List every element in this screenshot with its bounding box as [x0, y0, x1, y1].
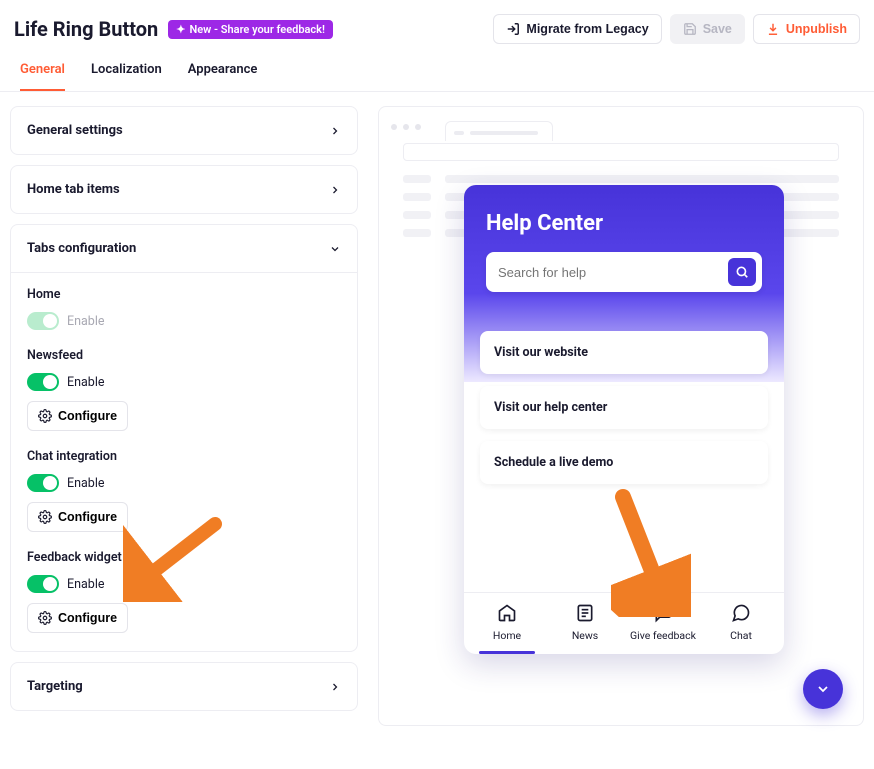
feedback-pill-label: New - Share your feedback! [189, 23, 324, 36]
toggle-home [27, 312, 59, 330]
toggle-home-label: Enable [67, 314, 105, 329]
widget-tab-label: Home [493, 629, 521, 642]
toggle-chat-label: Enable [67, 476, 105, 491]
toggle-newsfeed[interactable] [27, 373, 59, 391]
fake-url-bar [403, 143, 839, 161]
widget-tabs: Home News Give feedback Chat [464, 592, 784, 654]
config-newsfeed: Newsfeed Enable Configure [27, 348, 341, 431]
feedback-pill[interactable]: ✦ New - Share your feedback! [168, 20, 333, 39]
help-center-widget: Help Center Visit our website Visit our … [464, 185, 784, 654]
toggle-feedback[interactable] [27, 575, 59, 593]
link-visit-helpcenter[interactable]: Visit our help center [480, 386, 768, 429]
page-title: Life Ring Button [14, 17, 158, 41]
config-chat: Chat integration Enable Configure [27, 449, 341, 532]
section-home-tab-items[interactable]: Home tab items [11, 166, 357, 213]
toggle-chat[interactable] [27, 474, 59, 492]
save-icon [683, 22, 697, 36]
search-input[interactable] [498, 265, 720, 280]
widget-tab-news[interactable]: News [549, 603, 621, 648]
chevron-right-icon [329, 125, 341, 137]
section-title: Home tab items [27, 182, 120, 197]
widget-fab[interactable] [803, 669, 843, 709]
link-schedule-demo[interactable]: Schedule a live demo [480, 441, 768, 484]
feedback-icon [653, 603, 673, 623]
chevron-down-icon [815, 681, 831, 697]
widget-tab-label: Give feedback [630, 629, 696, 642]
preview-frame: Help Center Visit our website Visit our … [378, 106, 864, 726]
migrate-button[interactable]: Migrate from Legacy [493, 14, 661, 44]
home-icon [497, 603, 517, 623]
config-chat-label: Chat integration [27, 449, 341, 464]
save-label: Save [703, 22, 732, 36]
chevron-down-icon [329, 243, 341, 255]
config-feedback: Feedback widget Enable Configure [27, 550, 341, 633]
tab-localization[interactable]: Localization [91, 52, 162, 91]
widget-tab-label: Chat [730, 629, 752, 642]
news-icon [575, 603, 595, 623]
config-newsfeed-label: Newsfeed [27, 348, 341, 363]
gear-icon [38, 409, 52, 423]
main-tabs: General Localization Appearance [0, 52, 874, 92]
toggle-newsfeed-label: Enable [67, 375, 105, 390]
widget-title: Help Center [486, 211, 762, 236]
configure-chat-button[interactable]: Configure [27, 502, 128, 532]
search-button[interactable] [728, 258, 756, 286]
gear-icon [38, 611, 52, 625]
configure-newsfeed-button[interactable]: Configure [27, 401, 128, 431]
chevron-right-icon [329, 681, 341, 693]
configure-label: Configure [58, 510, 117, 524]
link-visit-website[interactable]: Visit our website [480, 331, 768, 374]
widget-tab-feedback[interactable]: Give feedback [627, 603, 699, 648]
chevron-right-icon [329, 184, 341, 196]
configure-feedback-button[interactable]: Configure [27, 603, 128, 633]
browser-bar [391, 117, 851, 137]
tab-general[interactable]: General [20, 52, 65, 91]
fake-browser-tab [445, 121, 553, 141]
save-button: Save [670, 14, 745, 44]
config-feedback-label: Feedback widget [27, 550, 341, 565]
config-home-label: Home [27, 287, 341, 302]
widget-tab-chat[interactable]: Chat [705, 603, 777, 648]
section-tabs-config[interactable]: Tabs configuration [11, 225, 357, 273]
tab-appearance[interactable]: Appearance [188, 52, 258, 91]
configure-label: Configure [58, 409, 117, 423]
search-icon [735, 265, 749, 279]
section-title: General settings [27, 123, 123, 138]
widget-tab-home[interactable]: Home [471, 603, 543, 648]
section-title: Targeting [27, 679, 83, 694]
unpublish-label: Unpublish [786, 22, 847, 36]
section-targeting[interactable]: Targeting [11, 663, 357, 710]
config-home: Home Enable [27, 287, 341, 330]
section-title: Tabs configuration [27, 241, 136, 256]
chat-icon [731, 603, 751, 623]
migrate-label: Migrate from Legacy [526, 22, 648, 36]
widget-tab-label: News [572, 629, 598, 642]
gear-icon [38, 510, 52, 524]
configure-label: Configure [58, 611, 117, 625]
login-icon [506, 22, 520, 36]
section-general-settings[interactable]: General settings [11, 107, 357, 154]
sparkle-icon: ✦ [176, 23, 185, 36]
toggle-feedback-label: Enable [67, 577, 105, 592]
widget-search[interactable] [486, 252, 762, 292]
download-icon [766, 22, 780, 36]
unpublish-button[interactable]: Unpublish [753, 14, 860, 44]
